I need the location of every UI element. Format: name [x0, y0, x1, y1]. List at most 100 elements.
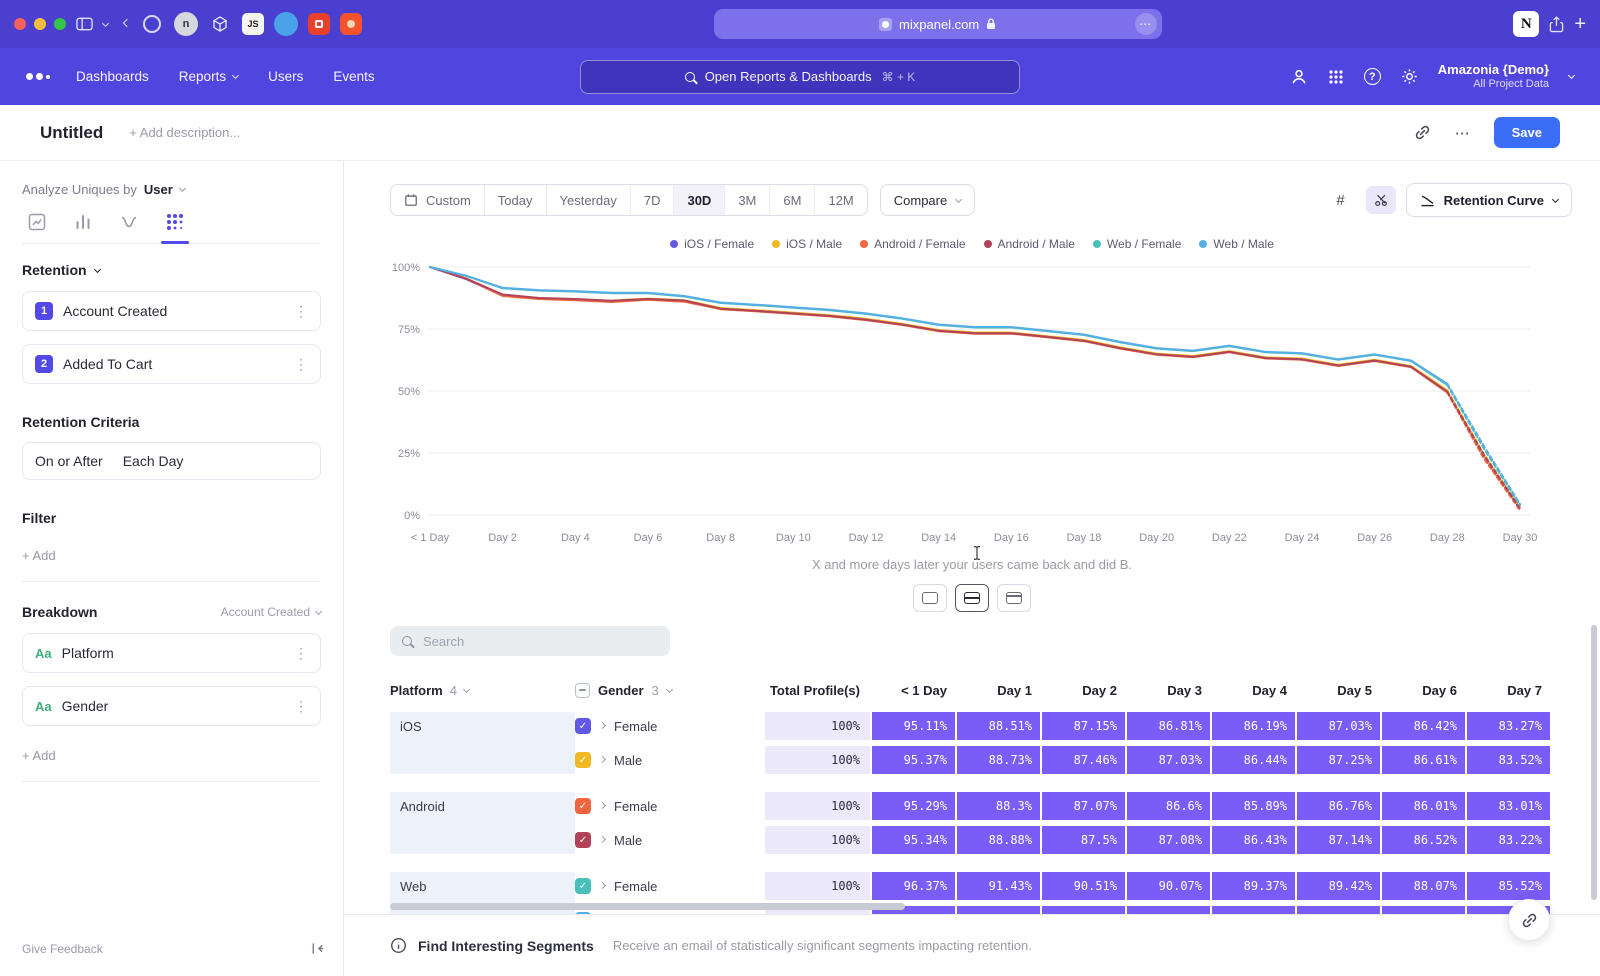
- retention-section-title[interactable]: Retention: [22, 262, 321, 278]
- breakdown-context-dropdown[interactable]: Account Created: [221, 605, 321, 619]
- filter-add-button[interactable]: + Add: [22, 548, 321, 563]
- retention-value-cell[interactable]: 86.76%: [1297, 792, 1380, 820]
- retention-value-cell[interactable]: 88.07%: [1382, 872, 1465, 900]
- retention-value-cell[interactable]: 87.07%: [1042, 792, 1125, 820]
- retention-value-cell[interactable]: 95.29%: [872, 792, 955, 820]
- breakdown-add-button[interactable]: + Add: [22, 748, 321, 763]
- nav-item-users[interactable]: Users: [268, 69, 303, 84]
- logo-extension-icon[interactable]: [308, 13, 330, 35]
- day-column-header[interactable]: Day 6: [1380, 683, 1465, 698]
- breakdown-property-name[interactable]: Gender: [62, 698, 109, 714]
- retention-tab-icon[interactable]: [166, 213, 184, 231]
- split-view-button[interactable]: [955, 584, 989, 612]
- series-line[interactable]: [430, 267, 1447, 385]
- breakdown-card-platform[interactable]: Aa Platform ⋮: [22, 633, 321, 673]
- help-icon[interactable]: ?: [1364, 68, 1381, 85]
- flows-tab-icon[interactable]: [120, 213, 138, 231]
- report-title[interactable]: Untitled: [40, 123, 103, 143]
- package-extension-icon[interactable]: [208, 12, 232, 36]
- retention-value-cell[interactable]: 86.81%: [1127, 712, 1210, 740]
- kebab-menu-icon[interactable]: ⋮: [294, 698, 308, 715]
- table-only-view-button[interactable]: [997, 584, 1031, 612]
- share-link-button[interactable]: [1508, 899, 1550, 941]
- save-button[interactable]: Save: [1494, 117, 1560, 148]
- js-extension-icon[interactable]: JS: [242, 13, 264, 35]
- row-checkbox[interactable]: ✓: [575, 718, 591, 734]
- retention-value-cell[interactable]: 95.34%: [872, 826, 955, 854]
- retention-value-cell[interactable]: 87.25%: [1297, 746, 1380, 774]
- collapse-sidebar-icon[interactable]: [310, 941, 325, 956]
- retention-value-cell[interactable]: 83.01%: [1467, 792, 1550, 820]
- retention-value-cell[interactable]: 90.51%: [1042, 872, 1125, 900]
- retention-value-cell[interactable]: 86.61%: [1382, 746, 1465, 774]
- project-switcher[interactable]: Amazonia {Demo} All Project Data: [1438, 62, 1549, 92]
- day-column-header[interactable]: Day 2: [1040, 683, 1125, 698]
- more-options-icon[interactable]: ⋯: [1455, 124, 1470, 142]
- chevron-right-icon[interactable]: [599, 881, 606, 888]
- retention-value-cell[interactable]: 85.52%: [1467, 872, 1550, 900]
- retention-value-cell[interactable]: 86.42%: [1382, 712, 1465, 740]
- back-icon[interactable]: [123, 19, 131, 27]
- retention-value-cell[interactable]: 86.6%: [1127, 792, 1210, 820]
- find-segments-title[interactable]: Find Interesting Segments: [418, 938, 594, 954]
- retention-value-cell[interactable]: 87.46%: [1042, 746, 1125, 774]
- date-range-today[interactable]: Today: [484, 185, 546, 215]
- url-more-icon[interactable]: ⋯: [1135, 13, 1157, 35]
- day-column-header[interactable]: Day 3: [1125, 683, 1210, 698]
- legend-item[interactable]: Android / Male: [984, 237, 1075, 251]
- step-card-a[interactable]: 1 Account Created ⋮: [22, 291, 321, 331]
- gender-column-header[interactable]: Gender 3: [575, 683, 765, 698]
- retention-value-cell[interactable]: 95.11%: [872, 712, 955, 740]
- retention-value-cell[interactable]: 96.37%: [872, 872, 955, 900]
- total-profiles-column-header[interactable]: Total Profile(s): [765, 683, 870, 698]
- kebab-menu-icon[interactable]: ⋮: [294, 645, 308, 662]
- give-feedback-link[interactable]: Give Feedback: [22, 942, 103, 956]
- kebab-menu-icon[interactable]: ⋮: [294, 356, 308, 373]
- close-button[interactable]: [14, 18, 26, 30]
- funnels-tab-icon[interactable]: [74, 213, 92, 231]
- retention-value-cell[interactable]: 87.15%: [1042, 712, 1125, 740]
- vertical-scrollbar[interactable]: [1591, 625, 1597, 900]
- analyze-by-value[interactable]: User: [144, 182, 173, 197]
- date-range-30d[interactable]: 30D: [673, 185, 724, 215]
- chart-only-view-button[interactable]: [913, 584, 947, 612]
- select-all-checkbox[interactable]: [575, 683, 590, 698]
- retention-value-cell[interactable]: 88.51%: [957, 712, 1040, 740]
- retention-value-cell[interactable]: 86.52%: [1382, 826, 1465, 854]
- global-search[interactable]: Open Reports & Dashboards ⌘ + K: [580, 60, 1020, 94]
- share-icon[interactable]: [1549, 16, 1564, 33]
- day-column-header[interactable]: Day 1: [955, 683, 1040, 698]
- nav-item-events[interactable]: Events: [333, 69, 374, 84]
- date-range-3m[interactable]: 3M: [724, 185, 769, 215]
- step-event-name[interactable]: Account Created: [63, 303, 167, 319]
- blue-extension-icon[interactable]: [274, 12, 298, 36]
- day-column-header[interactable]: Day 4: [1210, 683, 1295, 698]
- breakdown-card-gender[interactable]: Aa Gender ⋮: [22, 686, 321, 726]
- retention-value-cell[interactable]: 83.52%: [1467, 746, 1550, 774]
- retention-value-cell[interactable]: 83.27%: [1467, 712, 1550, 740]
- minimize-button[interactable]: [34, 18, 46, 30]
- series-line[interactable]: [1447, 384, 1520, 504]
- retention-value-cell[interactable]: 88.88%: [957, 826, 1040, 854]
- row-checkbox[interactable]: ✓: [575, 752, 591, 768]
- retention-value-cell[interactable]: 88.73%: [957, 746, 1040, 774]
- retention-value-cell[interactable]: 83.22%: [1467, 826, 1550, 854]
- nav-item-dashboards[interactable]: Dashboards: [76, 69, 149, 84]
- day-column-header[interactable]: Day 7: [1465, 683, 1550, 698]
- zoom-button[interactable]: [54, 18, 66, 30]
- day-column-header[interactable]: Day 5: [1295, 683, 1380, 698]
- retention-value-cell[interactable]: 95.37%: [872, 746, 955, 774]
- date-range-custom[interactable]: Custom: [391, 185, 484, 215]
- retention-value-cell[interactable]: [957, 906, 1040, 914]
- date-range-6m[interactable]: 6M: [769, 185, 814, 215]
- settings-icon[interactable]: [1401, 68, 1418, 85]
- legend-item[interactable]: Web / Male: [1199, 237, 1273, 251]
- profiles-icon[interactable]: [1290, 68, 1308, 86]
- sidebar-toggle-icon[interactable]: [76, 17, 93, 31]
- retention-value-cell[interactable]: [1042, 906, 1125, 914]
- nav-item-reports[interactable]: Reports: [179, 69, 238, 84]
- retention-value-cell[interactable]: 87.03%: [1127, 746, 1210, 774]
- chevron-right-icon[interactable]: [599, 835, 606, 842]
- table-search-input[interactable]: [421, 633, 658, 650]
- series-line[interactable]: [1447, 392, 1520, 509]
